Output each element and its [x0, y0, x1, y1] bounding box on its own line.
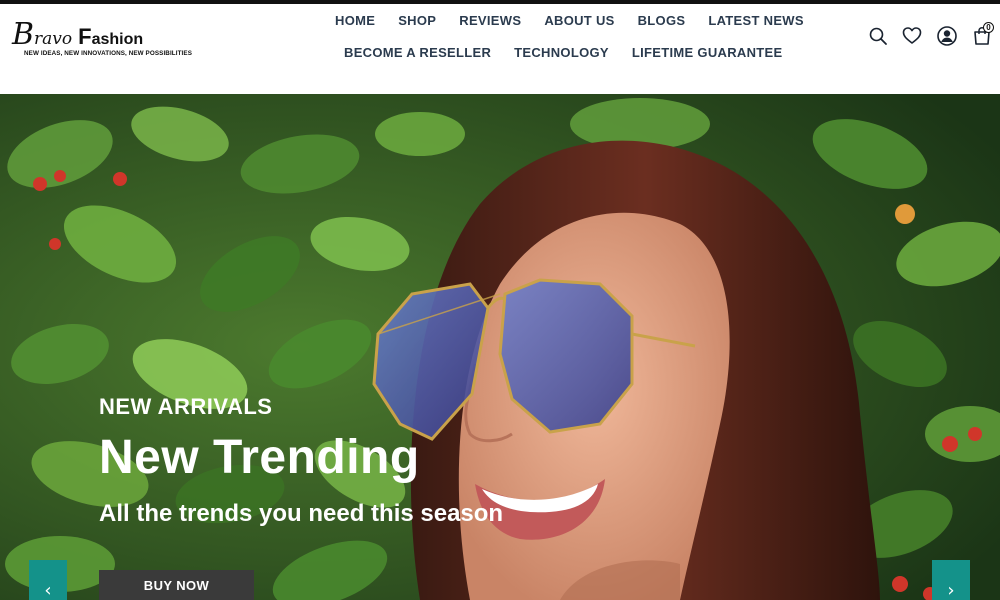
nav-shop[interactable]: SHOP: [398, 11, 436, 31]
cart-count-badge: 0: [983, 22, 994, 33]
nav-home[interactable]: HOME: [335, 11, 375, 31]
heart-icon[interactable]: [902, 26, 924, 48]
nav-latest-news[interactable]: LATEST NEWS: [708, 11, 804, 31]
slider-next-arrow[interactable]: ›: [932, 560, 970, 600]
nav-become-a-reseller[interactable]: BECOME A RESELLER: [344, 43, 491, 63]
logo-initial: B: [12, 17, 35, 52]
buy-now-button[interactable]: BUY NOW: [99, 570, 254, 600]
user-icon[interactable]: [936, 25, 958, 47]
hero-subtitle: NEW ARRIVALS: [99, 394, 273, 419]
nav-technology[interactable]: TECHNOLOGY: [514, 43, 609, 63]
logo-rest: ravo: [34, 29, 73, 49]
main-nav-row-1: HOME SHOP REVIEWS ABOUT US BLOGS LATEST …: [335, 11, 827, 31]
nav-blogs[interactable]: BLOGS: [638, 11, 686, 31]
slider-prev-arrow[interactable]: ‹: [29, 560, 67, 600]
logo-second-rest: ashion: [91, 31, 144, 48]
hero-headline: New Trending: [99, 431, 420, 484]
brand-logo[interactable]: Bravo Fashion NEW IDEAS, NEW INNOVATIONS,…: [12, 20, 212, 64]
logo-second-initial: F: [78, 24, 92, 49]
logo-tagline: NEW IDEAS, NEW INNOVATIONS, NEW POSSIBIL…: [24, 50, 192, 57]
logo-second-word: Fashion: [78, 24, 144, 49]
nav-about-us[interactable]: ABOUT US: [544, 11, 614, 31]
nav-reviews[interactable]: REVIEWS: [459, 11, 521, 31]
search-icon[interactable]: [868, 26, 890, 48]
nav-lifetime-guarantee[interactable]: LIFETIME GUARANTEE: [632, 43, 783, 63]
main-nav-row-2: BECOME A RESELLER TECHNOLOGY LIFETIME GU…: [344, 43, 805, 63]
hero-tagline: All the trends you need this season: [99, 500, 504, 527]
